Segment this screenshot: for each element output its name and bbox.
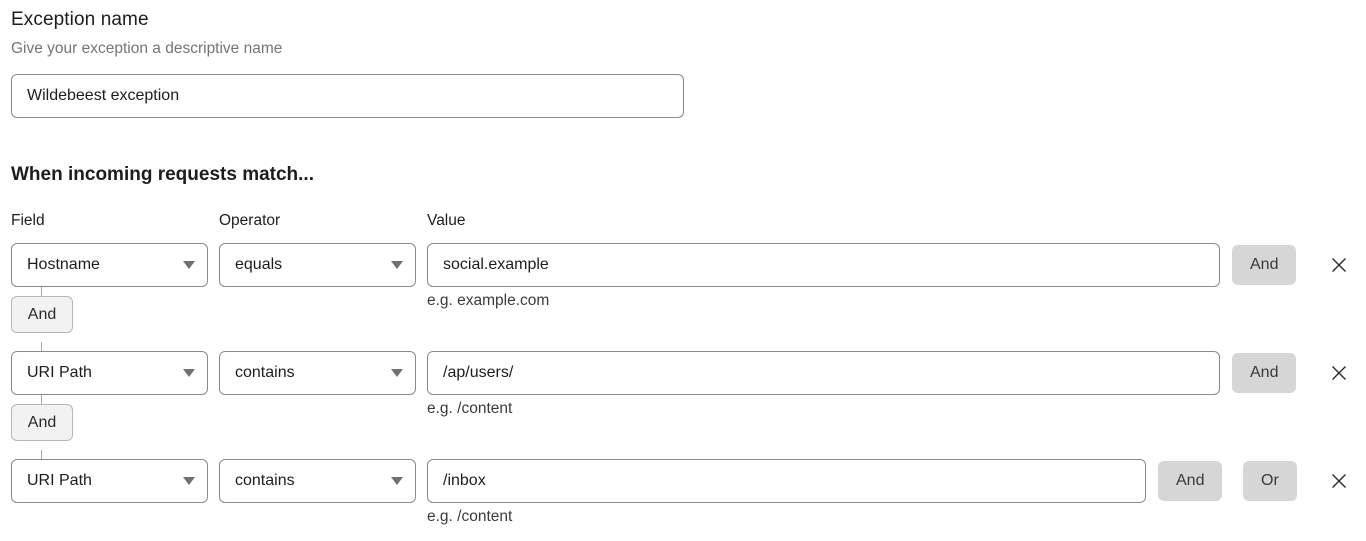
condition-row: URI Path contains e.g. /content And Or bbox=[0, 459, 1366, 525]
field-select[interactable]: Hostname bbox=[11, 243, 208, 287]
value-input[interactable] bbox=[427, 351, 1220, 395]
operator-select[interactable]: contains bbox=[219, 459, 416, 503]
condition-connector: And bbox=[0, 395, 200, 459]
and-button[interactable]: And bbox=[1158, 461, 1223, 501]
operator-select[interactable]: contains bbox=[219, 351, 416, 395]
field-select-value: Hostname bbox=[27, 256, 100, 273]
value-input[interactable] bbox=[427, 243, 1220, 287]
operator-select-value: contains bbox=[235, 472, 295, 489]
connector-line bbox=[41, 450, 42, 459]
chevron-down-icon bbox=[183, 369, 195, 377]
operator-select[interactable]: equals bbox=[219, 243, 416, 287]
close-icon bbox=[1332, 366, 1346, 380]
connector-line bbox=[41, 342, 42, 351]
chevron-down-icon bbox=[391, 369, 403, 377]
connector-and-chip[interactable]: And bbox=[11, 296, 73, 333]
chevron-down-icon bbox=[183, 261, 195, 269]
connector-line bbox=[41, 395, 42, 404]
condition-connector: And bbox=[0, 287, 200, 351]
operator-select-value: contains bbox=[235, 364, 295, 381]
condition-rows: Hostname equals e.g. example.com And And bbox=[0, 0, 1366, 541]
close-icon bbox=[1332, 474, 1346, 488]
field-select[interactable]: URI Path bbox=[11, 351, 208, 395]
close-icon bbox=[1332, 258, 1346, 272]
and-button[interactable]: And bbox=[1232, 353, 1297, 393]
chevron-down-icon bbox=[391, 261, 403, 269]
and-button[interactable]: And bbox=[1232, 245, 1297, 285]
or-button[interactable]: Or bbox=[1243, 461, 1297, 501]
value-input[interactable] bbox=[427, 459, 1146, 503]
remove-condition-button[interactable] bbox=[1326, 360, 1352, 386]
condition-row: URI Path contains e.g. /content And bbox=[0, 351, 1366, 417]
remove-condition-button[interactable] bbox=[1326, 252, 1352, 278]
value-hint: e.g. /content bbox=[427, 508, 513, 525]
field-select-value: URI Path bbox=[27, 472, 92, 489]
connector-line bbox=[41, 287, 42, 296]
condition-row: Hostname equals e.g. example.com And bbox=[0, 243, 1366, 309]
connector-and-chip[interactable]: And bbox=[11, 404, 73, 441]
value-hint: e.g. example.com bbox=[427, 292, 550, 309]
exception-rule-builder-page: Exception name Give your exception a des… bbox=[0, 0, 1366, 541]
chevron-down-icon bbox=[391, 477, 403, 485]
field-select-value: URI Path bbox=[27, 364, 92, 381]
value-hint: e.g. /content bbox=[427, 400, 513, 417]
chevron-down-icon bbox=[183, 477, 195, 485]
field-select[interactable]: URI Path bbox=[11, 459, 208, 503]
remove-condition-button[interactable] bbox=[1326, 468, 1352, 494]
operator-select-value: equals bbox=[235, 256, 283, 273]
